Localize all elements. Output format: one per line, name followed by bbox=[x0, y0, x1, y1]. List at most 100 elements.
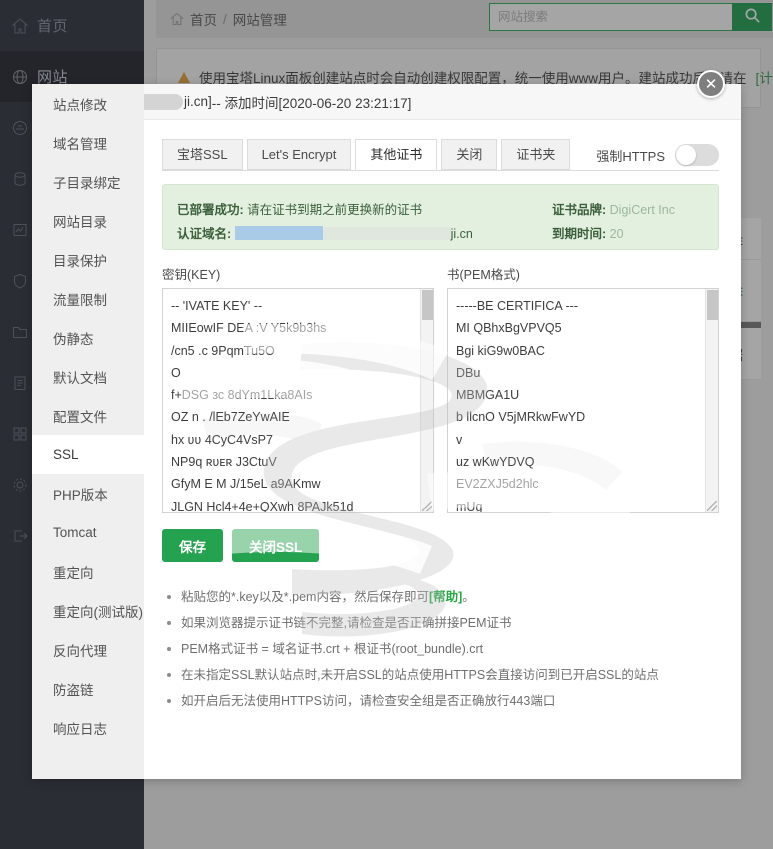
menu-item-3[interactable]: 子目录绑定 bbox=[32, 162, 144, 201]
redacted-cert-domain-2 bbox=[322, 227, 451, 240]
menu-item-5[interactable]: 目录保护 bbox=[32, 240, 144, 279]
menu-item-1[interactable]: 站点修改 bbox=[32, 84, 144, 123]
dialog-actions: 保存 关闭SSL bbox=[162, 529, 719, 562]
menu-item-11[interactable]: PHP版本 bbox=[32, 474, 144, 513]
menu-item-label: 重定向(测试版) bbox=[53, 604, 143, 620]
menu-item-4[interactable]: 网站目录 bbox=[32, 201, 144, 240]
tip-text-after: 。 bbox=[462, 590, 475, 604]
tip-item: 在未指定SSL默认站点时,未开启SSL的站点使用HTTPS会直接访问到已开启SS… bbox=[164, 662, 719, 688]
cert-line: MI QBhxBgVPVQ5 bbox=[456, 321, 562, 336]
site-settings-menu: 站点修改域名管理子目录绑定网站目录目录保护流量限制伪静态默认文档配置文件 SSL P… bbox=[32, 84, 144, 779]
cert-content: -----BE CERTIFICA --- MI QBhxBgVPVQ5 Bgi … bbox=[448, 289, 718, 513]
key-scroll-thumb[interactable] bbox=[422, 290, 433, 320]
cert-expire-line: 到期时间: 20 bbox=[552, 223, 624, 242]
key-line: -- 'IVATE KEY' -- bbox=[171, 299, 263, 313]
cert-expire-value: 20 bbox=[609, 227, 624, 241]
tip-text: 在未指定SSL默认站点时,未开启SSL的站点使用HTTPS会直接访问到已开启SS… bbox=[181, 668, 659, 682]
cert-label: 书(PEM格式) bbox=[447, 268, 520, 282]
menu-item-label: 响应日志 bbox=[53, 721, 107, 737]
menu-item-label: 配置文件 bbox=[53, 409, 107, 425]
menu-item-8[interactable]: 默认文档 bbox=[32, 357, 144, 396]
cert-domain-label: 认证域名: bbox=[177, 227, 232, 241]
menu-item-12[interactable]: Tomcat bbox=[32, 513, 144, 552]
tip-item: 如开启后无法使用HTTPS访问，请检查安全组是否正确放行443端口 bbox=[164, 688, 719, 714]
menu-item-label: 网站目录 bbox=[53, 214, 107, 230]
key-resize-grip[interactable] bbox=[422, 501, 432, 511]
tip-text: 如果浏览器提示证书链不完整,请检查是否正确拼接PEM证书 bbox=[181, 616, 512, 630]
menu-item-6[interactable]: 流量限制 bbox=[32, 279, 144, 318]
menu-item-label: SSL bbox=[53, 447, 79, 462]
menu-item-label: 目录保护 bbox=[53, 253, 107, 269]
force-https-control: 强制HTTPS bbox=[596, 144, 719, 166]
cert-domain-value: ji.cn bbox=[450, 227, 473, 241]
cert-scrollbar[interactable] bbox=[705, 289, 718, 512]
key-scrollbar[interactable] bbox=[420, 289, 433, 512]
menu-item-16[interactable]: 防盗链 bbox=[32, 669, 144, 708]
tab-bt-ssl[interactable]: 宝塔SSL bbox=[162, 139, 243, 170]
key-textarea[interactable]: -- 'IVATE KEY' -- MIIEowIF DEA :V Y5k9b3h… bbox=[162, 288, 434, 513]
menu-item-10[interactable]: SSL bbox=[32, 435, 144, 474]
menu-item-label: 站点修改 bbox=[53, 97, 107, 113]
cert-line: -----BE CERTIFICA --- bbox=[456, 299, 578, 313]
menu-item-15[interactable]: 反向代理 bbox=[32, 630, 144, 669]
close-ssl-button[interactable]: 关闭SSL bbox=[232, 529, 320, 562]
cert-inputs-area: 密钥(KEY) -- 'IVATE KEY' -- MIIEowIF DEA :V… bbox=[162, 264, 719, 513]
cert-line: mUg bbox=[456, 499, 483, 513]
tip-item: 粘贴您的*.key以及*.pem内容，然后保存即可[帮助]。 bbox=[164, 584, 719, 610]
menu-item-label: 重定向 bbox=[53, 565, 94, 581]
tip-text: 粘贴您的*.key以及*.pem内容，然后保存即可 bbox=[181, 590, 429, 604]
menu-item-label: PHP版本 bbox=[53, 487, 108, 503]
key-line: O bbox=[171, 365, 181, 380]
menu-item-label: 防盗链 bbox=[53, 682, 94, 698]
menu-item-7[interactable]: 伪静态 bbox=[32, 318, 144, 357]
key-column: 密钥(KEY) -- 'IVATE KEY' -- MIIEowIF DEA :V… bbox=[162, 264, 434, 513]
deploy-text: 请在证书到期之前更换新的证书 bbox=[247, 203, 423, 217]
save-button[interactable]: 保存 bbox=[162, 529, 223, 562]
force-https-toggle[interactable] bbox=[675, 144, 719, 166]
key-line: JLGN Hcl4+4e+QXwh 8PAJk51d bbox=[171, 499, 354, 513]
app-root: 首页 网站 FT 数 bbox=[0, 0, 773, 849]
redacted-cert-domain bbox=[234, 226, 323, 240]
menu-item-2[interactable]: 域名管理 bbox=[32, 123, 144, 162]
key-line: GfyM E M J/15eL a9AKmw bbox=[171, 477, 321, 492]
cert-brand-line: 证书品牌: DigiCert Inc bbox=[552, 199, 675, 218]
cert-textarea[interactable]: -----BE CERTIFICA --- MI QBhxBgVPVQ5 Bgi … bbox=[447, 288, 719, 513]
tip-item: PEM格式证书 = 域名证书.crt + 根证书(root_bundle).cr… bbox=[164, 636, 719, 662]
cert-brand-label: 证书品牌: bbox=[552, 203, 607, 217]
deploy-status-banner: 已部署成功: 请在证书到期之前更换新的证书 认证域名: ji.cn 证书品牌: … bbox=[162, 184, 719, 250]
key-line: f+DSG зс 8dYm1Lka8AIs bbox=[171, 388, 313, 403]
cert-scroll-thumb[interactable] bbox=[707, 290, 718, 320]
cert-resize-grip[interactable] bbox=[707, 501, 717, 511]
menu-item-9[interactable]: 配置文件 bbox=[32, 396, 144, 435]
menu-item-17[interactable]: 响应日志 bbox=[32, 708, 144, 747]
menu-item-label: 默认文档 bbox=[53, 370, 107, 386]
key-content: -- 'IVATE KEY' -- MIIEowIF DEA :V Y5k9b3h… bbox=[163, 289, 433, 513]
cert-line: DBu bbox=[456, 365, 481, 380]
tips-list: 粘贴您的*.key以及*.pem内容，然后保存即可[帮助]。如果浏览器提示证书链… bbox=[162, 584, 719, 714]
tab-close[interactable]: 关闭 bbox=[441, 139, 498, 170]
toggle-knob bbox=[676, 145, 696, 165]
menu-item-label: 域名管理 bbox=[53, 136, 107, 152]
tip-item: 如果浏览器提示证书链不完整,请检查是否正确拼接PEM证书 bbox=[164, 610, 719, 636]
help-link[interactable]: [帮助] bbox=[429, 590, 462, 604]
key-line: /cn5 .с 9PqmTu5O bbox=[171, 343, 275, 358]
deploy-label: 已部署成功: bbox=[177, 203, 244, 217]
key-label: 密钥(KEY) bbox=[162, 268, 221, 282]
tab-lets-encrypt[interactable]: Let's Encrypt bbox=[246, 139, 352, 170]
cert-line: MBMGA1U bbox=[456, 388, 520, 403]
menu-item-13[interactable]: 重定向 bbox=[32, 552, 144, 591]
cert-line: uz wKwYDVQ bbox=[456, 455, 535, 470]
tip-text: PEM格式证书 = 域名证书.crt + 根证书(root_bundle).cr… bbox=[181, 642, 484, 656]
close-icon[interactable]: ✕ bbox=[697, 70, 725, 98]
dialog-title-time: -- 添加时间[2020-06-20 23:21:17] bbox=[211, 95, 412, 111]
menu-item-label: 伪静态 bbox=[53, 331, 94, 347]
ssl-tabs: 宝塔SSL Let's Encrypt 其他证书 关闭 证书夹 强制HTTPS bbox=[162, 139, 719, 171]
tab-other-cert[interactable]: 其他证书 bbox=[355, 139, 438, 170]
tab-cert-folder[interactable]: 证书夹 bbox=[501, 139, 571, 170]
dialog-title-domain: ji.cn] bbox=[184, 94, 212, 109]
cert-brand-value: DigiCert Inc bbox=[609, 203, 675, 217]
cert-line: Bgi kiG9w0BAC bbox=[456, 343, 545, 358]
key-line: NP9q ʀʋᴇʀ J3CtuV bbox=[171, 455, 277, 470]
cert-expire-label: 到期时间: bbox=[552, 227, 607, 241]
menu-item-14[interactable]: 重定向(测试版) bbox=[32, 591, 144, 630]
